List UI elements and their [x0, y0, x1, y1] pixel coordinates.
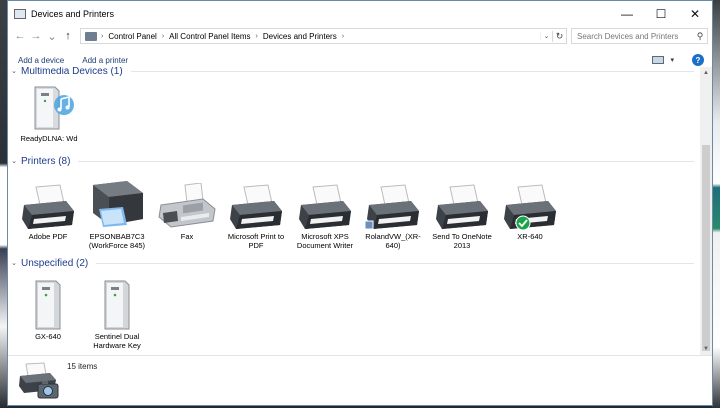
device-microsoft-print-to-pdf[interactable]: Microsoft Print to PDF	[221, 183, 291, 250]
breadcrumb-separator: ›	[341, 32, 345, 40]
device-fax[interactable]: Fax	[152, 183, 222, 241]
back-button[interactable]: ←	[12, 30, 28, 42]
breadcrumb-all-items[interactable]: All Control Panel Items	[169, 32, 250, 41]
device-gx-640[interactable]: GX-640	[13, 277, 83, 341]
printer-icon	[299, 184, 351, 229]
device-list: ⌄ Multimedia Devices (1) ReadyDLNA: Wd ⌄…	[8, 67, 712, 355]
search-icon[interactable]: ⚲	[693, 31, 707, 42]
add-printer-button[interactable]: Add a printer	[82, 56, 128, 65]
device-label: GX-640	[35, 332, 61, 341]
tower-device-icon	[104, 280, 130, 330]
device-epson-workforce[interactable]: EPSONBAB7C3 (WorkForce 845)	[82, 179, 152, 250]
device-label: Adobe PDF	[28, 232, 68, 241]
device-send-to-onenote[interactable]: Send To OneNote 2013	[427, 183, 497, 250]
device-label: Microsoft XPS Document Writer	[296, 232, 354, 250]
address-dropdown-button[interactable]: ⌄	[540, 32, 552, 40]
device-label: Send To OneNote 2013	[432, 232, 492, 250]
close-button[interactable]: ✕	[678, 1, 712, 27]
device-xr-640-default[interactable]: XR-640	[495, 183, 565, 241]
item-count: 15 items	[67, 362, 98, 371]
device-microsoft-xps-writer[interactable]: Microsoft XPS Document Writer	[290, 183, 360, 250]
device-label: ReadyDLNA: Wd	[20, 134, 78, 143]
media-server-icon	[34, 86, 74, 130]
group-title-printers: Printers (8)	[21, 155, 71, 167]
device-label: Sentinel Dual Hardware Key	[93, 332, 141, 350]
device-sentinel-hardware-key[interactable]: Sentinel Dual Hardware Key	[82, 277, 152, 350]
recent-locations-button[interactable]: ⌄	[44, 30, 60, 43]
details-pane: 15 items	[8, 355, 712, 405]
control-panel-icon	[85, 31, 97, 41]
minimize-button[interactable]: —	[610, 1, 644, 27]
address-row: ← → ⌄ ↑ › Control Panel › All Control Pa…	[8, 27, 712, 45]
printer-icon	[436, 184, 488, 229]
scroll-thumb[interactable]	[702, 145, 710, 351]
breadcrumb-control-panel[interactable]: Control Panel	[108, 32, 156, 41]
device-label: EPSONBAB7C3 (WorkForce 845)	[88, 232, 146, 250]
devices-and-printers-icon	[18, 362, 62, 404]
device-label: XR-640	[517, 232, 543, 241]
group-divider	[130, 70, 694, 72]
breadcrumb-separator: ›	[101, 32, 104, 40]
chevron-down-icon[interactable]: ⌄	[8, 157, 20, 165]
help-icon[interactable]: ?	[692, 54, 704, 66]
printer-icon	[230, 184, 282, 229]
group-divider	[78, 160, 694, 162]
change-view-icon[interactable]	[652, 56, 665, 64]
window-title: Devices and Printers	[31, 9, 115, 19]
printer-icon	[22, 184, 74, 229]
group-title-multimedia: Multimedia Devices (1)	[21, 67, 123, 77]
default-printer-icon	[504, 184, 556, 231]
desktop-right-edge	[712, 0, 720, 408]
breadcrumb-separator: ›	[255, 32, 258, 40]
address-bar[interactable]: › Control Panel › All Control Panel Item…	[80, 28, 567, 44]
view-options-dropdown[interactable]: ▾	[670, 56, 674, 64]
fax-icon	[158, 183, 216, 228]
device-label: Microsoft Print to PDF	[227, 232, 285, 250]
printer-icon	[364, 184, 419, 230]
search-placeholder: Search Devices and Printers	[577, 31, 679, 41]
device-adobe-pdf[interactable]: Adobe PDF	[13, 183, 83, 241]
window-icon	[14, 9, 26, 19]
refresh-button[interactable]: ↻	[552, 30, 566, 42]
chevron-down-icon[interactable]: ⌄	[8, 67, 20, 75]
group-divider	[96, 262, 694, 264]
group-header-unspecified[interactable]: ⌄ Unspecified (2)	[8, 256, 698, 270]
title-bar: Devices and Printers — ☐ ✕	[8, 1, 712, 27]
devices-and-printers-window: Devices and Printers — ☐ ✕ ← → ⌄ ↑ › Con…	[7, 0, 713, 406]
breadcrumb-devices-printers[interactable]: Devices and Printers	[263, 32, 337, 41]
up-button[interactable]: ↑	[60, 30, 76, 42]
breadcrumb-separator: ›	[161, 32, 165, 40]
group-title-unspecified: Unspecified (2)	[21, 257, 89, 269]
group-header-multimedia[interactable]: ⌄ Multimedia Devices (1)	[8, 67, 698, 78]
maximize-button[interactable]: ☐	[644, 1, 678, 27]
search-input[interactable]: Search Devices and Printers ⚲	[571, 28, 708, 44]
device-label: Fax	[180, 232, 194, 241]
add-device-button[interactable]: Add a device	[18, 56, 64, 65]
chevron-down-icon[interactable]: ⌄	[8, 259, 20, 267]
multifunction-printer-icon	[93, 181, 143, 227]
vertical-scrollbar[interactable]: ▲ ▼	[700, 67, 712, 355]
scroll-down-button[interactable]: ▼	[700, 343, 712, 355]
group-header-printers[interactable]: ⌄ Printers (8)	[8, 154, 698, 168]
device-readydlna[interactable]: ReadyDLNA: Wd	[14, 79, 84, 143]
scroll-up-button[interactable]: ▲	[700, 67, 712, 79]
device-rolandvw[interactable]: RolandVW_(XR-640)	[358, 183, 428, 250]
forward-button[interactable]: →	[28, 30, 44, 42]
tower-device-icon	[35, 280, 61, 330]
device-label: RolandVW_(XR-640)	[365, 232, 421, 250]
